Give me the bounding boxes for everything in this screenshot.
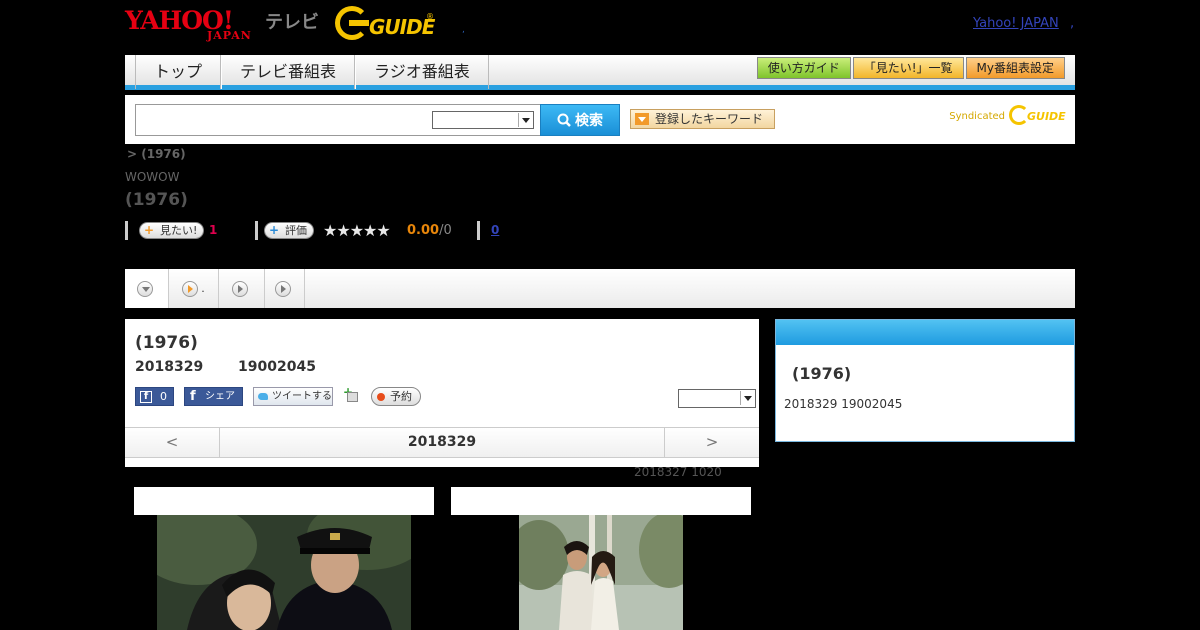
header-link-separator: , [1070,16,1075,31]
divider [477,221,480,240]
gguide-logo[interactable]: GUIDE ® [335,6,435,40]
facebook-icon: f [190,389,196,404]
rating-score-value: 0.00 [407,223,440,238]
program-still-image [157,515,411,630]
page-title: (1976) [125,190,188,210]
image-caption-box [134,487,434,515]
want-label: 見たい! [160,224,198,237]
search-bar: 検索 登録したキーワード Syndicated GUIDE [125,95,1075,144]
nav-tab-tv-listings[interactable]: テレビ番組表 [221,55,356,89]
side-program-title: (1976) [792,364,852,383]
nav-tab-top[interactable]: トップ [135,55,222,89]
side-panel: (1976) 2018329 19002045 [775,319,1075,442]
my-listing-settings-button[interactable]: My番組表設定 [965,57,1065,79]
saved-keywords-button[interactable]: 登録したキーワード [630,109,775,129]
nav-tab-radio-listings[interactable]: ラジオ番組表 [355,55,489,89]
play-icon [232,280,248,297]
play-icon [182,280,199,297]
options-select[interactable] [678,389,756,408]
add-to-calendar-icon[interactable]: + [343,386,359,403]
date-navigator: < 2018329 > [125,427,759,458]
next-date-button[interactable]: > [664,428,759,457]
want-count: 1 [209,223,218,237]
syndicated-label: Syndicated [949,111,1005,122]
tab-item-1[interactable]: . [169,269,219,308]
reserve-label: 予約 [390,390,412,403]
broadcast-time: 19002045 [238,359,316,375]
program-detail-card: (1976) 2018329 19002045 f 0 f シェア ツイートする… [125,319,759,467]
nav-utility-buttons: 使い方ガイド 「見たい!」一覧 My番組表設定 [756,57,1065,79]
dropdown-arrow-icon [635,113,649,125]
tv-label[interactable]: テレビ [265,8,319,34]
twitter-bird-icon [258,393,268,400]
chevron-down-icon [740,391,754,405]
facebook-icon: f [140,391,152,403]
saved-keywords-label: 登録したキーワード [655,112,764,126]
rating-stars-icon: ★★★★★ [323,221,391,240]
side-panel-header [776,320,1074,345]
current-date: 2018329 [407,434,477,450]
review-count-link[interactable]: 0 [491,223,499,237]
rating-score: 0.00/0 [407,223,452,238]
registered-mark: ® [426,12,434,21]
divider [255,221,258,240]
last-updated: 2018327 1020 [634,465,722,479]
play-icon [275,280,291,297]
image-caption-box [451,487,751,515]
reserve-button[interactable]: 予約 [371,387,421,406]
nav-tabs: トップ テレビ番組表 ラジオ番組表 [135,55,489,89]
syndicated-gguide-mark: GUIDE [1009,105,1067,127]
want-list-button[interactable]: 「見たい!」一覧 [852,57,964,79]
usage-guide-button[interactable]: 使い方ガイド [756,57,851,79]
facebook-share-label: シェア [205,391,235,402]
search-category-select[interactable] [432,111,534,129]
gguide-logo-text: GUIDE [369,15,435,39]
tab-item-2[interactable] [219,269,265,308]
station-name: WOWOW [125,170,180,184]
share-row: f 0 f シェア ツイートする + 予約 [135,386,756,408]
rating-row: + 見たい! 1 + 評価 ★★★★★ 0.00/0 0 [125,221,725,241]
chevron-down-icon [518,113,532,127]
rating-count: /0 [439,223,452,238]
header-dot: , [462,25,465,35]
breadcrumb[interactable]: > (1976) [127,147,186,161]
gguide-g-bar [349,20,369,26]
broadcast-date: 2018329 [135,359,204,375]
facebook-count: 0 [160,390,167,403]
yahoo-japan-logo[interactable]: YAHOO! JAPAN [125,6,265,42]
syndicated-logo-text: GUIDE [1027,110,1066,123]
divider [125,221,128,240]
prev-date-button[interactable]: < [125,428,220,457]
facebook-share-button[interactable]: f シェア [184,387,243,406]
facebook-like-count[interactable]: f 0 [135,387,174,406]
global-nav: トップ テレビ番組表 ラジオ番組表 使い方ガイド 「見たい!」一覧 My番組表設… [125,55,1075,90]
search-button[interactable]: 検索 [540,104,620,136]
rate-label: 評価 [285,224,307,237]
program-title: (1976) [135,333,198,353]
tab-collapse[interactable] [125,269,169,308]
tweet-label: ツイートする [272,391,332,402]
syndicated-g-icon [1009,105,1029,125]
plus-icon: + [144,223,155,237]
side-program-info: 2018329 19002045 [784,397,903,411]
yahoo-japan-link[interactable]: Yahoo! JAPAN [973,16,1059,31]
tab-label: . [201,282,205,295]
record-dot-icon [377,393,385,401]
chevron-down-icon [137,280,153,297]
tweet-button[interactable]: ツイートする [253,387,333,406]
plus-icon: + [269,223,280,237]
calendar-icon [347,392,358,402]
search-icon [557,113,571,127]
rate-button[interactable]: + 評価 [264,222,314,239]
want-button[interactable]: + 見たい! [139,222,205,239]
content-tab-bar: . [125,269,1075,308]
search-button-label: 検索 [575,113,603,129]
japan-logo-text: JAPAN [207,29,252,42]
program-still-image [519,515,683,630]
tab-item-3[interactable] [265,269,305,308]
